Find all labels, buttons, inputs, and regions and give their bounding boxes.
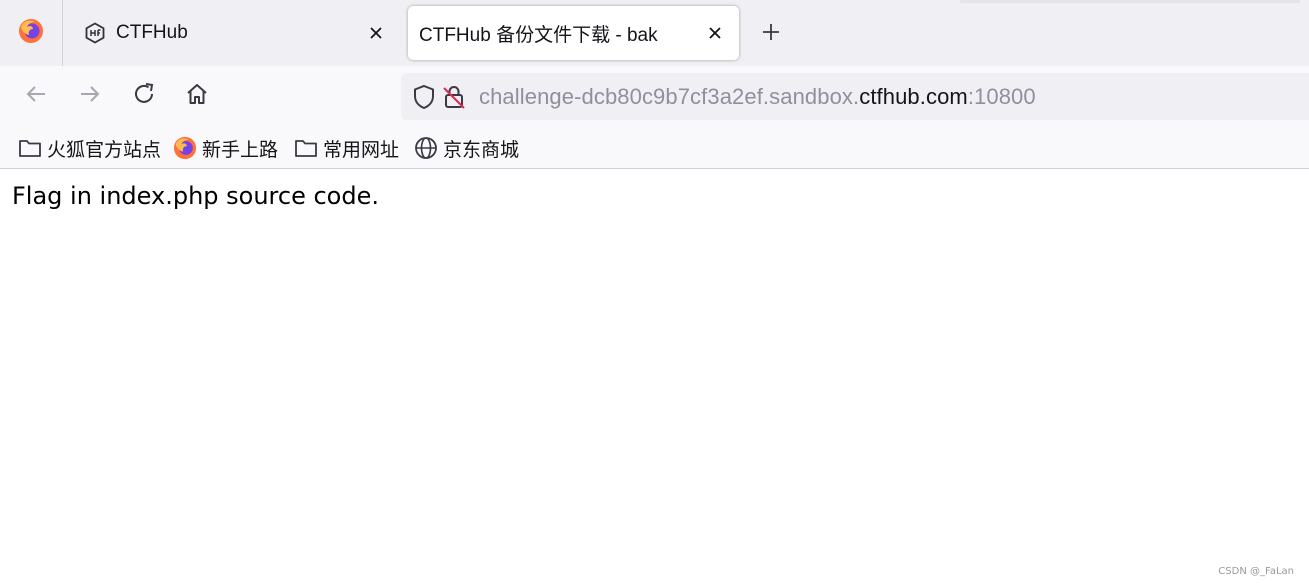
address-bar[interactable]: challenge-dcb80c9b7cf3a2ef.sandbox.ctfhu… [401,73,1309,120]
ctfhub-favicon-icon [84,22,106,44]
bookmark-jd-mall[interactable]: 京东商城 [414,134,519,162]
reload-icon [132,82,156,111]
bookmarks-toolbar: 火狐官方站点 新手上路 常用网址 京东商城 [0,128,1309,169]
folder-icon [294,136,318,160]
folder-icon [18,136,42,160]
tab-strip: CTFHub CTFHub 备份文件下载 - bak [0,0,1309,66]
url-subdomain: challenge-dcb80c9b7cf3a2ef.sandbox. [479,83,860,109]
tab-backup-download[interactable]: CTFHub 备份文件下载 - bak [408,6,739,60]
url-text[interactable]: challenge-dcb80c9b7cf3a2ef.sandbox.ctfhu… [479,84,1036,110]
bookmark-label: 火狐官方站点 [47,139,162,161]
bookmark-firefox-official[interactable]: 火狐官方站点 [18,134,161,162]
firefox-view-button[interactable] [0,0,63,66]
reload-button[interactable] [128,80,160,112]
watermark: CSDN @_FaLan [1218,566,1294,577]
home-button[interactable] [181,80,213,112]
close-tab-icon[interactable] [701,19,729,47]
url-domain: ctfhub.com [859,83,968,109]
firefox-icon [173,136,197,160]
bookmark-label: 京东商城 [443,139,520,161]
url-port: :10800 [967,83,1036,109]
plus-icon [761,22,781,47]
insecure-lock-icon[interactable] [439,82,469,112]
page-body-text: Flag in index.php source code. [12,182,379,210]
back-button[interactable] [20,80,52,112]
bookmark-common-sites[interactable]: 常用网址 [294,134,399,162]
tab-strip-shadow [960,0,1300,3]
shield-icon[interactable] [409,82,439,112]
firefox-icon [18,18,44,49]
new-tab-button[interactable] [756,19,786,49]
bookmark-label: 常用网址 [323,139,400,161]
navigation-toolbar: challenge-dcb80c9b7cf3a2ef.sandbox.ctfhu… [0,66,1309,128]
tab-title: CTFHub [116,22,188,43]
home-icon [185,82,209,111]
close-tab-icon[interactable] [362,19,390,47]
globe-icon [414,136,438,160]
arrow-right-icon [78,82,102,111]
arrow-left-icon [24,82,48,111]
tab-title: CTFHub 备份文件下载 - bak [419,24,658,46]
bookmark-label: 新手上路 [202,139,279,161]
bookmark-getting-started[interactable]: 新手上路 [173,134,278,162]
tab-ctfhub[interactable]: CTFHub [72,6,400,60]
forward-button[interactable] [74,80,106,112]
